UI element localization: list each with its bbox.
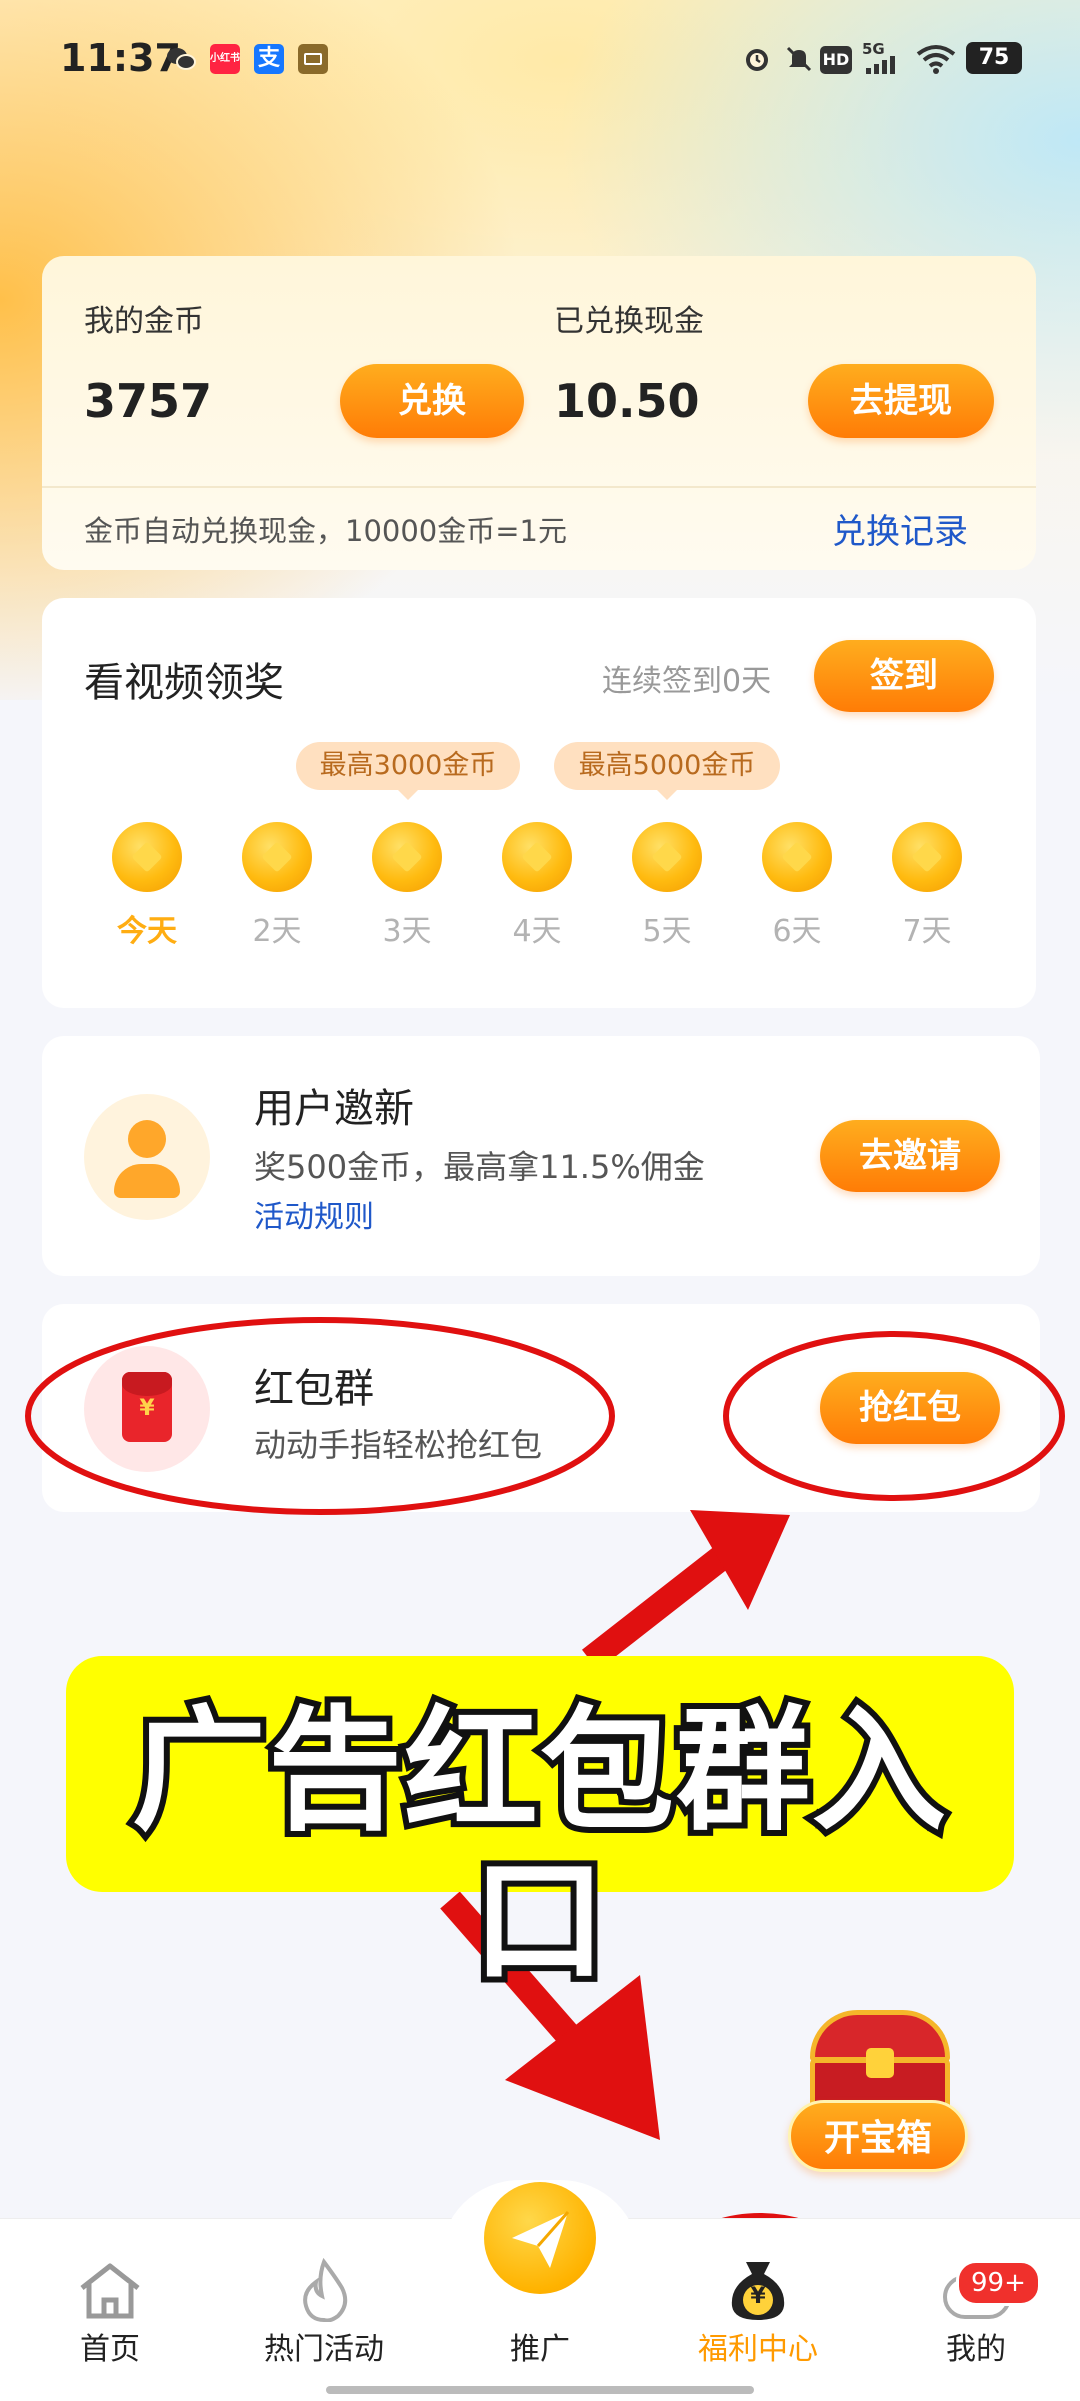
tab-label: 首页 xyxy=(80,2332,140,2367)
annotation-arrow-up xyxy=(581,1535,745,1671)
paper-plane-icon xyxy=(484,2182,596,2294)
annotation-circle-right xyxy=(723,1331,1065,1501)
flame-icon xyxy=(296,2257,352,2323)
annotation-circle-left xyxy=(25,1317,615,1515)
home-indicator[interactable] xyxy=(326,2386,754,2394)
tab-label: 热门活动 xyxy=(264,2332,384,2367)
tab-label-active: 福利中心 xyxy=(698,2332,818,2367)
notification-badge: 99+ xyxy=(956,2260,1041,2306)
tab-label: 我的 xyxy=(946,2332,1006,2367)
money-bag-icon: ¥ xyxy=(724,2256,792,2324)
tab-label: 推广 xyxy=(510,2332,570,2367)
annotation-banner: 广告红包群入口 xyxy=(66,1656,1014,2002)
home-icon xyxy=(76,2260,144,2320)
annotation-banner-text: 广告红包群入口 xyxy=(126,1690,952,2002)
open-treasure-button[interactable]: 开宝箱 xyxy=(788,2100,968,2172)
treasure-chest[interactable]: 开宝箱 xyxy=(788,2006,978,2182)
